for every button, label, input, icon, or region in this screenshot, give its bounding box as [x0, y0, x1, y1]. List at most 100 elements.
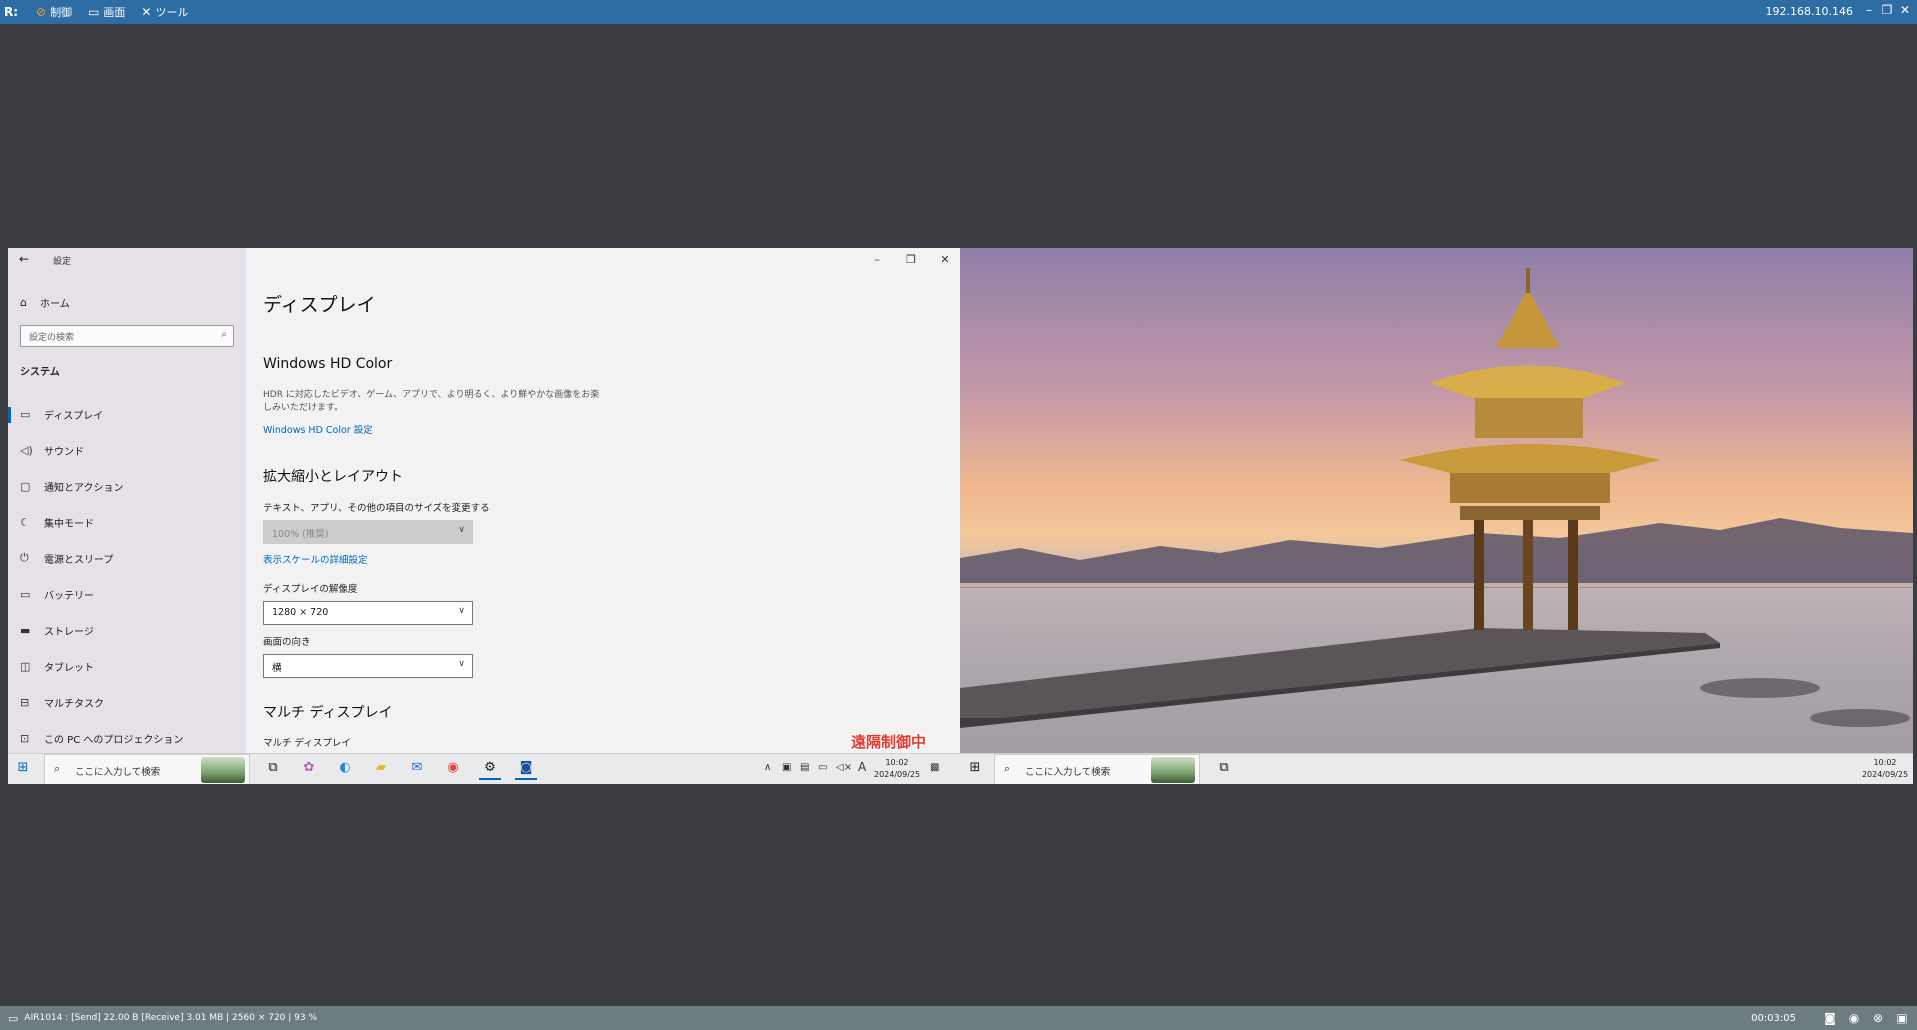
scale-dropdown-value: 100% (推奨) [272, 529, 329, 540]
sidebar-item-tablet[interactable]: ◫ タブレット [8, 651, 246, 681]
advanced-scale-link[interactable]: 表示スケールの詳細設定 [263, 552, 368, 566]
edge-browser-icon[interactable]: ◐ [334, 760, 356, 780]
chevron-down-icon: ∨ [458, 525, 465, 535]
taskbar-screen-1: ⊞ ⌕ ここに入力して検索 ⧉ ✿ ◐ ▰ ✉ ◉ ⚙ ◙ ∧ ▣ ▤ ▭ ◁×… [8, 753, 960, 784]
remote-desktop[interactable]: ⌂ ホーム 設定の検索 ⌕ システム ▭ ディスプレイ ◁) サウンド ▢ 通知… [8, 248, 1913, 784]
back-arrow-icon[interactable]: ← [19, 252, 29, 266]
control-icon: ⊘ [36, 5, 47, 19]
menu-screen[interactable]: ▭ 画面 [88, 4, 125, 20]
clock-date: 2024/09/25 [1861, 770, 1909, 779]
session-timer: 00:03:05 [1751, 1013, 1796, 1024]
projection-icon: ⊡ [20, 731, 30, 745]
monitor-icon: ▭ [20, 407, 31, 421]
sidebar-item-display[interactable]: ▭ ディスプレイ [8, 399, 246, 429]
tray-device-icon[interactable]: ▤ [800, 762, 809, 773]
sidebar-item-battery[interactable]: ▭ バッテリー [8, 579, 246, 609]
scale-heading: 拡大縮小とレイアウト [263, 469, 403, 485]
power-icon: ⏻ [20, 551, 29, 564]
chrome-browser-icon[interactable]: ◉ [442, 760, 464, 780]
chevron-up-icon[interactable]: ∧ [764, 762, 771, 773]
resolution-dropdown[interactable]: 1280 × 720 ∨ [263, 601, 473, 625]
remote-ip: 192.168.10.146 [1765, 5, 1853, 18]
taskbar-clock[interactable]: 10:02 2024/09/25 [1860, 757, 1910, 781]
sidebar-item-sound[interactable]: ◁) サウンド [8, 435, 246, 465]
task-view-icon[interactable]: ⧉ [262, 760, 284, 780]
hd-color-settings-link[interactable]: Windows HD Color 設定 [263, 422, 373, 436]
sidebar-item-notifications[interactable]: ▢ 通知とアクション [8, 471, 246, 501]
copilot-icon[interactable]: ✿ [298, 760, 320, 780]
sidebar-item-label: ストレージ [44, 626, 94, 638]
network-icon[interactable]: ▭ [818, 762, 827, 773]
connection-icon: ▭ [8, 1011, 19, 1025]
desktop-wallpaper [960, 248, 1913, 753]
minimize-button[interactable]: – [1861, 3, 1877, 17]
notification-icon: ▢ [20, 479, 31, 493]
sidebar-item-power[interactable]: ⏻ 電源とスリープ [8, 543, 246, 573]
multitask-icon: ⊟ [20, 695, 30, 709]
settings-sidebar: ⌂ ホーム 設定の検索 ⌕ システム ▭ ディスプレイ ◁) サウンド ▢ 通知… [8, 248, 246, 753]
remote-app-icon[interactable]: ◙ [515, 760, 537, 780]
close-button[interactable]: ✕ [1897, 3, 1913, 17]
search-icon: ⌕ [221, 329, 227, 340]
wallpaper-image [960, 268, 1913, 753]
scale-dropdown[interactable]: 100% (推奨) ∨ [263, 520, 473, 544]
taskbar-screen-2: ⊞ ⌕ ここに入力して検索 ⧉ 10:02 2024/09/25 [960, 753, 1913, 784]
record-icon[interactable]: ◉ [1845, 1011, 1863, 1025]
windows-start-icon[interactable]: ⊞ [12, 760, 34, 780]
sidebar-item-label: この PC へのプロジェクション [44, 734, 184, 746]
hd-color-description: HDR に対応したビデオ、ゲーム、アプリで、より明るく、より鮮やかな画像をお楽し… [263, 390, 600, 413]
chevron-down-icon: ∨ [458, 659, 465, 669]
sidebar-item-label: バッテリー [44, 590, 94, 602]
chevron-down-icon: ∨ [458, 606, 465, 616]
speaker-muted-icon[interactable]: ◁× [836, 762, 852, 773]
sidebar-item-label: ディスプレイ [44, 410, 104, 422]
tablet-icon: ◫ [20, 659, 31, 673]
taskbar-clock[interactable]: 10:02 2024/09/25 [874, 757, 920, 781]
orientation-dropdown[interactable]: 横 ∨ [263, 654, 473, 678]
menu-label: 制御 [50, 6, 73, 19]
taskbar-search-input[interactable]: ⌕ ここに入力して検索 [994, 754, 1200, 784]
video-icon[interactable]: ▣ [1893, 1011, 1911, 1025]
menu-tools[interactable]: ✕ ツール [141, 4, 188, 20]
taskbar-search-placeholder: ここに入力して検索 [75, 767, 161, 778]
monitor-icon: ▭ [88, 5, 100, 19]
settings-search-input[interactable]: 設定の検索 ⌕ [20, 325, 234, 347]
app-logo: R: [3, 5, 19, 19]
hd-color-heading: Windows HD Color [263, 356, 393, 372]
camera-icon[interactable]: ◙ [1821, 1011, 1839, 1025]
orientation-dropdown-value: 横 [272, 663, 282, 674]
search-icon: ⌕ [1004, 762, 1011, 775]
multi-display-heading: マルチ ディスプレイ [263, 705, 393, 721]
disconnect-icon[interactable]: ⊗ [1869, 1011, 1887, 1025]
notification-center-icon[interactable]: ▩ [930, 762, 939, 773]
remote-screen-1[interactable]: ⌂ ホーム 設定の検索 ⌕ システム ▭ ディスプレイ ◁) サウンド ▢ 通知… [8, 248, 960, 784]
ime-indicator[interactable]: A [858, 760, 866, 774]
taskbar-search-placeholder: ここに入力して検索 [1025, 767, 1111, 778]
viewer-statusbar: ▭ AIR1014 : [Send] 22.00 B [Receive] 3.0… [0, 1006, 1917, 1030]
sidebar-item-multitask[interactable]: ⊟ マルチタスク [8, 687, 246, 717]
taskbar-search-input[interactable]: ⌕ ここに入力して検索 [44, 754, 250, 784]
remote-screen-2[interactable]: ⊞ ⌕ ここに入力して検索 ⧉ 10:02 2024/09/25 [960, 248, 1913, 784]
tray-app-icon[interactable]: ▣ [782, 762, 791, 773]
clock-time: 10:02 [885, 758, 909, 767]
file-explorer-icon[interactable]: ▰ [370, 760, 392, 780]
clock-time: 10:02 [1873, 758, 1897, 767]
multi-display-label: マルチ ディスプレイ [263, 738, 351, 749]
sidebar-home[interactable]: ⌂ ホーム [20, 295, 70, 310]
resolution-dropdown-value: 1280 × 720 [272, 607, 329, 618]
sidebar-section-title: システム [20, 367, 60, 378]
sidebar-item-focus[interactable]: ☾ 集中モード [8, 507, 246, 537]
sidebar-item-projection[interactable]: ⊡ この PC へのプロジェクション [8, 723, 246, 753]
viewer-toolbar: R: ⊘ 制御 ▭ 画面 ✕ ツール 192.168.10.146 – ❐ ✕ [0, 0, 1917, 24]
battery-icon: ▭ [20, 587, 31, 601]
home-icon: ⌂ [20, 296, 27, 309]
windows-start-icon[interactable]: ⊞ [964, 760, 986, 780]
speaker-icon: ◁) [20, 443, 33, 457]
search-icon: ⌕ [54, 762, 61, 775]
settings-gear-icon[interactable]: ⚙ [479, 760, 501, 780]
restore-button[interactable]: ❐ [1879, 3, 1895, 17]
sidebar-item-storage[interactable]: ▬ ストレージ [8, 615, 246, 645]
task-view-icon[interactable]: ⧉ [1213, 760, 1235, 780]
menu-control[interactable]: ⊘ 制御 [36, 4, 72, 20]
mail-icon[interactable]: ✉ [406, 760, 428, 780]
